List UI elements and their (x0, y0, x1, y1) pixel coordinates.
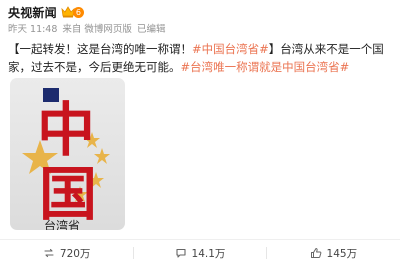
comment-icon (175, 248, 186, 258)
like-count: 145万 (326, 247, 358, 260)
edited-label[interactable]: 已编辑 (137, 21, 166, 35)
post-image[interactable]: 中 国 台湾省 (10, 78, 125, 230)
poster-graphic: 中 国 台湾省 (22, 88, 110, 230)
poster-char-guo: 国 (39, 160, 97, 228)
comment-button[interactable]: 14.1万 (133, 240, 266, 266)
action-separator (266, 247, 267, 259)
post-text: 【一起转发！这是台湾的唯一称谓！#中国台湾省#】台湾从来不是一个国家，过去不是，… (8, 40, 394, 76)
post-time[interactable]: 昨天 11:48 (8, 21, 57, 35)
vip-level: 6 (72, 6, 84, 18)
post-text-prefix: 【一起转发！这是台湾的唯一称谓！ (8, 42, 192, 56)
like-icon (310, 248, 321, 258)
repost-button[interactable]: 720万 (0, 240, 133, 266)
repost-count: 720万 (59, 247, 91, 260)
topic-link-only-title[interactable]: #台湾唯一称谓就是中国台湾省# (181, 60, 350, 74)
poster-char-zhong: 中 (37, 96, 95, 164)
author-row: 央视新闻 6 (8, 4, 84, 20)
topic-link-taiwan-province[interactable]: #中国台湾省# (192, 42, 269, 56)
post-source: 来自 微博网页版 (62, 24, 132, 35)
poster-bottom-text: 台湾省 (44, 218, 80, 230)
action-bar: 720万 14.1万 145万 (0, 240, 400, 266)
vip-badge[interactable]: 6 (61, 6, 84, 19)
author-name[interactable]: 央视新闻 (8, 4, 57, 21)
action-separator (133, 247, 134, 259)
repost-icon (44, 248, 54, 258)
comment-count: 14.1万 (191, 247, 226, 260)
like-button[interactable]: 145万 (267, 240, 400, 266)
post-meta: 昨天 11:48 来自 微博网页版 已编辑 (8, 21, 170, 35)
